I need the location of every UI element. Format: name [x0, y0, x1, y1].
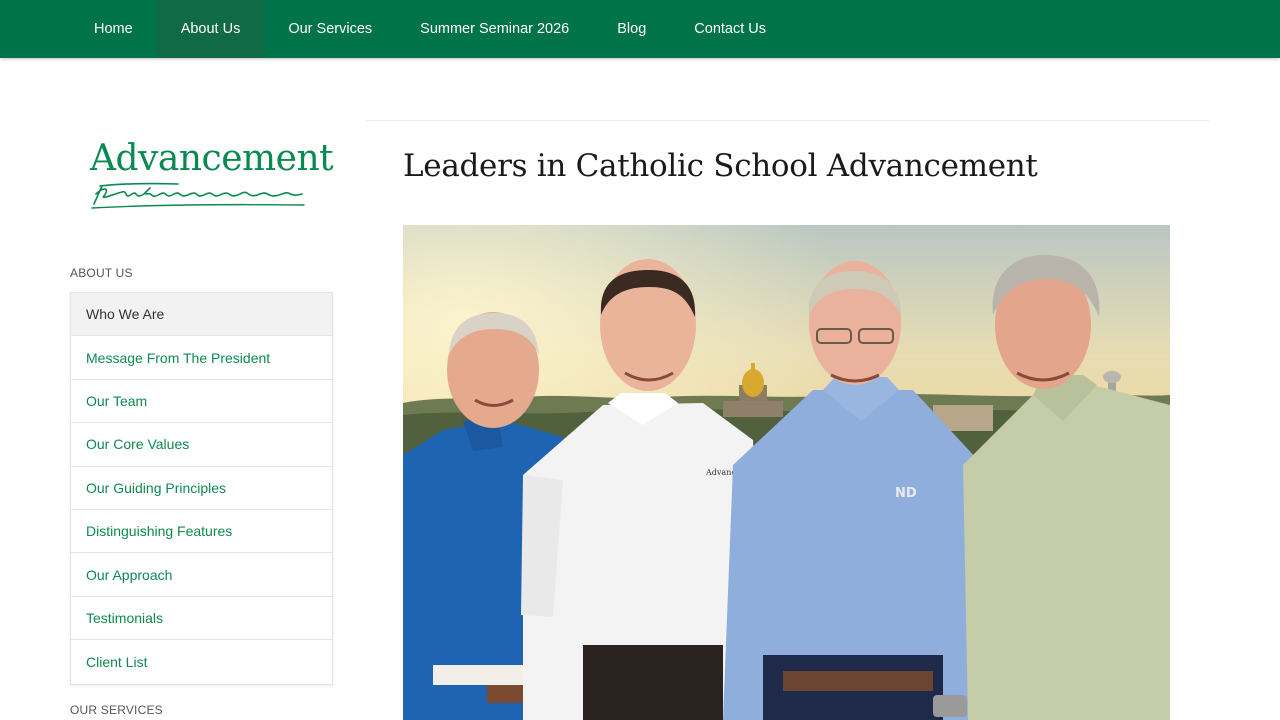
top-navigation: Home About Us Our Services Summer Semina…: [0, 0, 1280, 58]
nav-item-about-us[interactable]: About Us: [156, 0, 265, 58]
team-photo: Advancement ND: [403, 225, 1170, 720]
logo-script-signature: [91, 182, 305, 209]
nav-item-home[interactable]: Home: [70, 0, 157, 58]
sidebar-heading-about-us: ABOUT US: [70, 266, 133, 280]
sidebar-item-distinguishing-features[interactable]: Distinguishing Features: [71, 510, 332, 554]
nav-item-contact-us[interactable]: Contact Us: [670, 0, 790, 58]
sidebar-item-core-values[interactable]: Our Core Values: [71, 423, 332, 467]
sidebar-item-guiding-principles[interactable]: Our Guiding Principles: [71, 467, 332, 510]
page-title: Leaders in Catholic School Advancement: [403, 148, 1038, 184]
nav-item-blog[interactable]: Blog: [593, 0, 670, 58]
sidebar-item-our-team[interactable]: Our Team: [71, 380, 332, 424]
team-photo-illustration: Advancement ND: [403, 225, 1170, 720]
nav-item-our-services[interactable]: Our Services: [264, 0, 396, 58]
sidebar-item-message-from-president[interactable]: Message From The President: [71, 336, 332, 380]
sidebar-item-testimonials[interactable]: Testimonials: [71, 597, 332, 641]
content-divider: [365, 120, 1210, 121]
sidebar-menu: Who We Are Message From The President Ou…: [70, 292, 333, 685]
nav-menu: Home About Us Our Services Summer Semina…: [70, 0, 790, 58]
sidebar-heading-our-services: OUR SERVICES: [70, 703, 163, 717]
nav-item-summer-seminar[interactable]: Summer Seminar 2026: [396, 0, 593, 58]
sidebar-item-client-list[interactable]: Client List: [71, 640, 332, 683]
shirt-badge: ND: [895, 486, 917, 501]
sidebar-item-who-we-are[interactable]: Who We Are: [71, 293, 332, 337]
site-logo[interactable]: Advancement: [88, 138, 334, 210]
sidebar-item-our-approach[interactable]: Our Approach: [71, 553, 332, 597]
